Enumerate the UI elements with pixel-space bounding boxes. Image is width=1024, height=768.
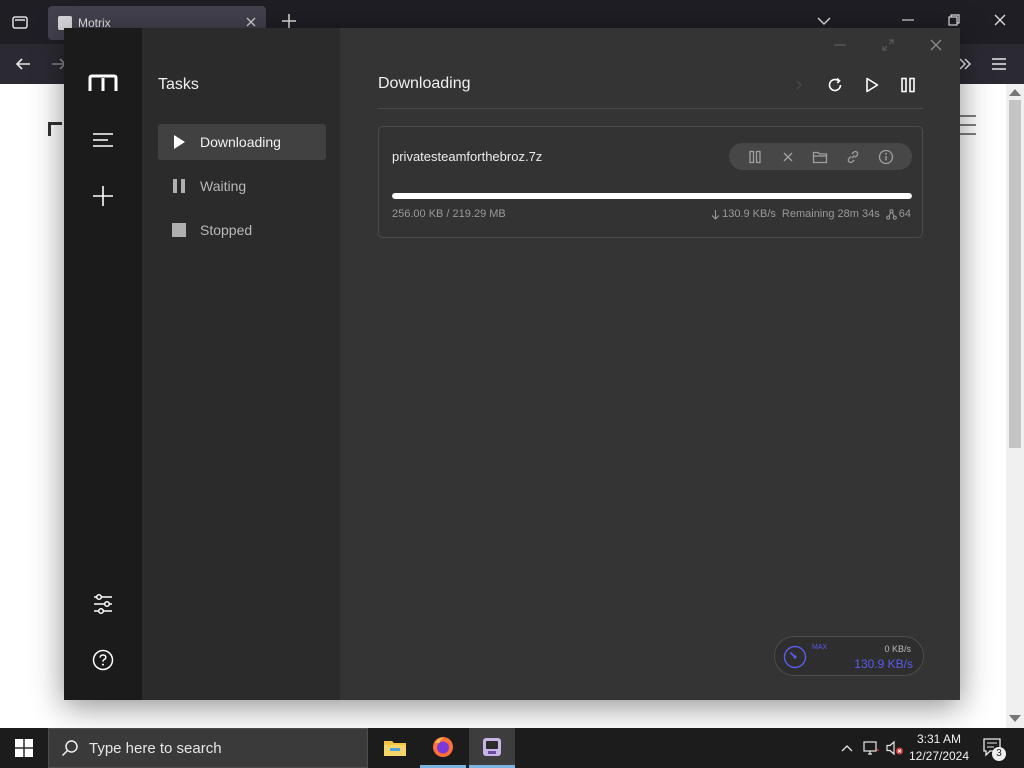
- tab-list-chevron-icon[interactable]: [816, 13, 832, 29]
- stop-icon: [170, 221, 188, 239]
- connections-icon: [885, 208, 897, 220]
- page-menu-icon[interactable]: [958, 114, 978, 138]
- search-placeholder: Type here to search: [89, 739, 222, 757]
- scroll-up-arrow-icon[interactable]: [1009, 89, 1021, 96]
- scrollbar-thumb[interactable]: [1009, 100, 1021, 448]
- help-icon[interactable]: [90, 647, 116, 673]
- task-connections: 64: [898, 208, 911, 220]
- subnav-item-stopped[interactable]: Stopped: [158, 212, 326, 248]
- page-logo-fragment: [48, 122, 62, 136]
- scroll-down-arrow-icon[interactable]: [1009, 715, 1021, 722]
- task-actions-bar: [729, 143, 912, 170]
- volume-muted-icon[interactable]: [884, 728, 906, 768]
- add-task-icon[interactable]: [90, 183, 116, 209]
- task-delete-close-icon[interactable]: [779, 148, 797, 166]
- preferences-sliders-icon[interactable]: [90, 591, 116, 617]
- task-remaining: Remaining 28m 34s: [781, 208, 880, 220]
- refresh-icon[interactable]: [824, 74, 846, 96]
- taskbar-search-box[interactable]: Type here to search: [48, 728, 368, 768]
- speedometer[interactable]: MAX 0 KB/s 130.9 KB/s: [774, 636, 924, 676]
- motrix-maximize-icon[interactable]: [877, 34, 899, 56]
- browser-close-icon[interactable]: [992, 12, 1008, 28]
- header-chevron-right-icon[interactable]: [788, 74, 810, 96]
- motrix-main-panel: Downloading privatesteamforthebroz.7z 25…: [340, 28, 960, 700]
- task-info-icon[interactable]: [877, 148, 895, 166]
- taskbar-motrix-app-icon[interactable]: [469, 728, 515, 768]
- motrix-minimize-icon[interactable]: [829, 34, 851, 56]
- notification-count-badge: 3: [992, 747, 1006, 761]
- task-progress-fill: [392, 193, 912, 199]
- tasks-subnav: Tasks Downloading Waiting Stopped: [142, 28, 340, 700]
- task-speed: 130.9 KB/s: [722, 208, 776, 220]
- pause-icon: [170, 177, 188, 195]
- taskbar-file-explorer-icon[interactable]: [372, 728, 418, 768]
- task-size-text: 256.00 KB / 219.29 MB: [392, 208, 506, 220]
- taskbar-clock[interactable]: 3:31 AM 12/27/2024: [904, 731, 974, 765]
- windows-start-icon[interactable]: [0, 728, 48, 768]
- upload-speed: 0 KB/s: [884, 644, 911, 654]
- subnav-title: Tasks: [158, 76, 199, 93]
- taskbar-firefox-icon[interactable]: [420, 728, 466, 768]
- back-arrow-icon[interactable]: [14, 56, 32, 72]
- task-item-card[interactable]: privatesteamforthebroz.7z 256.00 KB / 21…: [378, 126, 923, 238]
- download-arrow-icon: [711, 209, 720, 220]
- task-list-menu-icon[interactable]: [90, 127, 116, 153]
- header-divider: [378, 108, 923, 109]
- subnav-item-downloading[interactable]: Downloading: [158, 124, 326, 160]
- network-icon[interactable]: [861, 728, 881, 768]
- browser-minimize-icon[interactable]: [900, 12, 916, 28]
- task-pause-icon[interactable]: [746, 148, 764, 166]
- tray-chevron-up-icon[interactable]: [838, 728, 856, 768]
- clock-date: 12/27/2024: [908, 749, 970, 763]
- browser-restore-icon[interactable]: [946, 12, 962, 28]
- motrix-logo-icon: [88, 74, 118, 92]
- download-speed: 130.9 KB/s: [854, 657, 913, 671]
- tab-overview-icon[interactable]: [8, 10, 32, 34]
- task-stats: 130.9 KB/s Remaining 28m 34s 64: [711, 208, 911, 220]
- resume-all-play-icon[interactable]: [861, 74, 883, 96]
- task-link-icon[interactable]: [844, 148, 862, 166]
- play-icon: [170, 133, 188, 151]
- task-file-name: privatesteamforthebroz.7z: [392, 149, 543, 164]
- motrix-icon-rail: [64, 28, 142, 700]
- clock-time: 3:31 AM: [916, 732, 962, 746]
- search-icon: [61, 739, 79, 757]
- task-progress-bar: [392, 193, 912, 199]
- pause-all-icon[interactable]: [897, 74, 919, 96]
- windows-taskbar: Type here to search 3:31 AM 12/27/2024 3: [0, 728, 1024, 768]
- motrix-close-icon[interactable]: [925, 34, 947, 56]
- tab-close-icon[interactable]: [244, 15, 258, 29]
- subnav-item-waiting[interactable]: Waiting: [158, 168, 326, 204]
- subnav-item-label: Downloading: [200, 134, 281, 150]
- task-folder-icon[interactable]: [811, 148, 829, 166]
- speed-mode-label: MAX: [812, 644, 828, 651]
- speedometer-gauge-icon: [783, 645, 807, 669]
- browser-menu-icon[interactable]: [990, 56, 1008, 72]
- page-title: Downloading: [378, 75, 471, 92]
- motrix-window: Tasks Downloading Waiting Stopped Downlo…: [64, 28, 960, 700]
- subnav-item-label: Waiting: [200, 178, 247, 194]
- subnav-item-label: Stopped: [200, 222, 253, 238]
